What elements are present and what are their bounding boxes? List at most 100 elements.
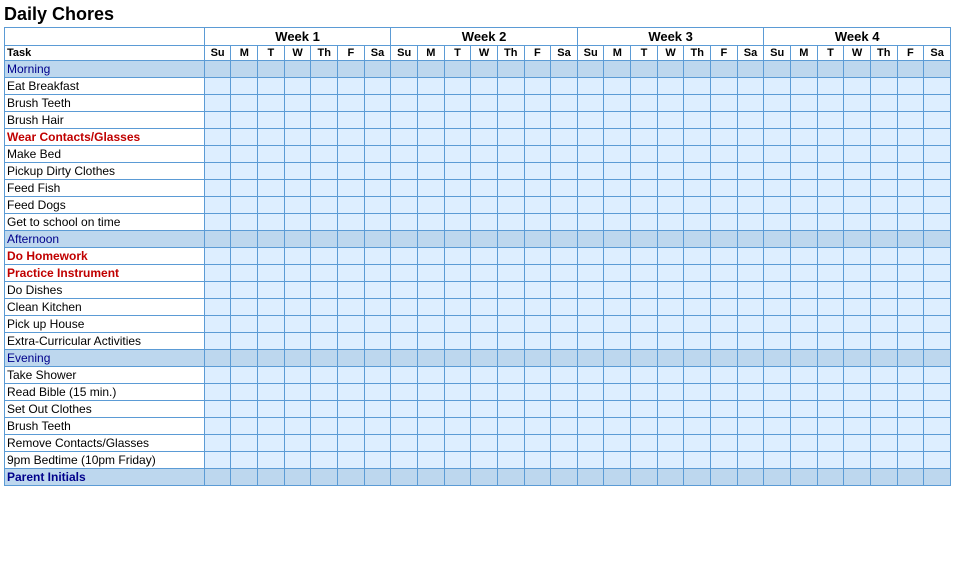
day-cell [258, 350, 285, 367]
day-cell [258, 112, 285, 129]
day-cell [497, 197, 524, 214]
day-cell [764, 231, 791, 248]
task-label: Wear Contacts/Glasses [5, 129, 205, 146]
day-label: T [258, 46, 285, 61]
day-cell [870, 282, 897, 299]
day-cell [791, 435, 818, 452]
day-cell [417, 146, 444, 163]
day-cell [417, 316, 444, 333]
day-cell [897, 163, 924, 180]
day-cell [204, 384, 231, 401]
day-cell [497, 367, 524, 384]
task-row: Extra-Curricular Activities [5, 333, 951, 350]
task-row: Set Out Clothes [5, 401, 951, 418]
title-cell [5, 28, 205, 46]
day-cell [817, 231, 844, 248]
day-cell [497, 418, 524, 435]
day-cell [524, 282, 551, 299]
task-label: Clean Kitchen [5, 299, 205, 316]
day-cell [657, 197, 684, 214]
day-cell [391, 265, 418, 282]
day-cell [311, 469, 338, 486]
day-cell [204, 61, 231, 78]
day-cell [764, 95, 791, 112]
day-label: F [897, 46, 924, 61]
day-cell [311, 129, 338, 146]
day-cell [284, 214, 311, 231]
day-cell [870, 180, 897, 197]
day-cell [737, 265, 764, 282]
day-cell [444, 180, 471, 197]
day-cell [737, 350, 764, 367]
day-cell [631, 197, 658, 214]
day-cell [444, 231, 471, 248]
day-cell [391, 163, 418, 180]
day-cell [417, 61, 444, 78]
footer-row: Parent Initials [5, 469, 951, 486]
day-cell [204, 129, 231, 146]
day-cell [364, 231, 391, 248]
day-cell [258, 180, 285, 197]
day-cell [444, 265, 471, 282]
day-cell [338, 316, 365, 333]
day-cell [684, 435, 711, 452]
day-cell [364, 418, 391, 435]
day-cell [924, 180, 951, 197]
day-cell [684, 61, 711, 78]
task-row: Wear Contacts/Glasses [5, 129, 951, 146]
day-cell [897, 231, 924, 248]
day-cell [311, 384, 338, 401]
day-cell [791, 163, 818, 180]
day-cell [497, 214, 524, 231]
task-label: Extra-Curricular Activities [5, 333, 205, 350]
day-cell [417, 129, 444, 146]
day-cell [631, 401, 658, 418]
day-cell [817, 214, 844, 231]
day-cell [657, 95, 684, 112]
day-cell [258, 367, 285, 384]
day-cell [657, 112, 684, 129]
day-cell [817, 146, 844, 163]
day-cell [631, 299, 658, 316]
day-cell [524, 469, 551, 486]
day-cell [577, 418, 604, 435]
day-cell [711, 231, 738, 248]
day-cell [364, 282, 391, 299]
day-cell [258, 248, 285, 265]
day-cell [711, 78, 738, 95]
day-cell [844, 129, 871, 146]
day-cell [524, 367, 551, 384]
day-cell [737, 61, 764, 78]
day-cell [364, 299, 391, 316]
day-cell [204, 95, 231, 112]
day-cell [497, 265, 524, 282]
day-cell [311, 146, 338, 163]
day-cell [870, 316, 897, 333]
day-cell [870, 265, 897, 282]
day-cell [577, 214, 604, 231]
day-cell [870, 248, 897, 265]
task-label: Pick up House [5, 316, 205, 333]
day-cell [551, 214, 578, 231]
day-cell [737, 231, 764, 248]
day-cell [551, 61, 578, 78]
day-cell [311, 299, 338, 316]
day-cell [258, 333, 285, 350]
day-cell [657, 350, 684, 367]
day-cell [897, 350, 924, 367]
task-label: Brush Hair [5, 112, 205, 129]
task-label: Feed Dogs [5, 197, 205, 214]
day-label: W [657, 46, 684, 61]
day-cell [417, 197, 444, 214]
task-row: Do Homework [5, 248, 951, 265]
day-cell [497, 401, 524, 418]
day-cell [844, 265, 871, 282]
day-cell [577, 452, 604, 469]
day-cell [497, 333, 524, 350]
day-cell [497, 452, 524, 469]
day-cell [497, 299, 524, 316]
day-cell [604, 214, 631, 231]
day-cell [444, 469, 471, 486]
day-cell [657, 61, 684, 78]
day-label: Th [870, 46, 897, 61]
